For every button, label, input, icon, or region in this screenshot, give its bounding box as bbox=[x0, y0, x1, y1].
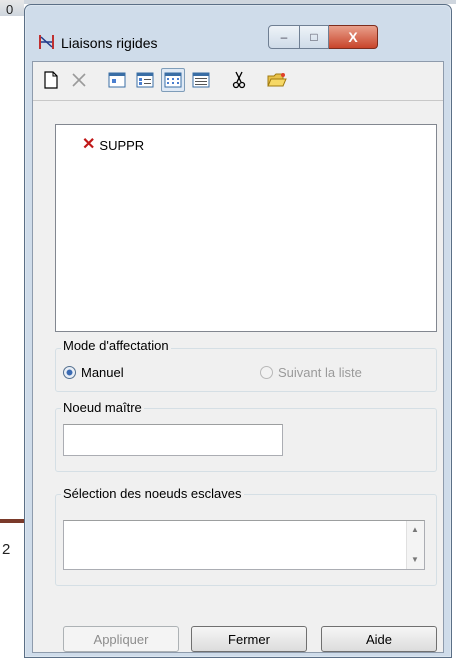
view-2-button[interactable] bbox=[133, 68, 157, 92]
title-bar[interactable]: Liaisons rigides – □ X bbox=[25, 5, 451, 61]
radio-selected-icon bbox=[63, 366, 76, 379]
mode-group-label: Mode d'affectation bbox=[61, 338, 171, 353]
toolbar bbox=[39, 66, 435, 94]
cut-icon bbox=[232, 71, 246, 89]
minimize-icon: – bbox=[280, 30, 288, 44]
background-text-2: 2 bbox=[2, 541, 11, 558]
close-button[interactable]: Fermer bbox=[191, 626, 307, 652]
master-node-field[interactable] bbox=[63, 424, 283, 456]
background-text-0: 0 bbox=[6, 2, 14, 17]
view-3-icon bbox=[164, 72, 182, 88]
toolbar-divider bbox=[33, 100, 443, 101]
maximize-icon: □ bbox=[310, 30, 318, 44]
cut-button[interactable] bbox=[227, 68, 251, 92]
background-left bbox=[0, 0, 24, 658]
background-bar bbox=[0, 519, 24, 523]
new-button[interactable] bbox=[39, 68, 63, 92]
close-button-label: Fermer bbox=[228, 631, 270, 647]
master-node-group-label: Noeud maître bbox=[61, 400, 144, 415]
tree-item-label: SUPPR bbox=[99, 137, 145, 153]
apply-button-label: Appliquer bbox=[93, 631, 149, 647]
radio-following-list[interactable]: Suivant la liste bbox=[260, 365, 362, 380]
radio-following-list-label: Suivant la liste bbox=[278, 365, 362, 380]
rigid-links-tree[interactable]: ✕ SUPPR bbox=[55, 124, 437, 332]
open-folder-icon bbox=[267, 73, 287, 87]
radio-manual-label: Manuel bbox=[81, 365, 124, 380]
close-icon: X bbox=[348, 29, 358, 45]
scroll-down-icon[interactable]: ▼ bbox=[411, 555, 419, 564]
view-4-button[interactable] bbox=[189, 68, 213, 92]
minimize-button[interactable]: – bbox=[268, 25, 300, 49]
delete-icon bbox=[72, 73, 86, 87]
new-icon bbox=[44, 71, 58, 89]
delete-button[interactable] bbox=[67, 68, 91, 92]
view-2-icon bbox=[136, 72, 154, 88]
window-title: Liaisons rigides bbox=[61, 35, 158, 51]
rigid-links-app-icon bbox=[37, 32, 57, 52]
apply-button[interactable]: Appliquer bbox=[63, 626, 179, 652]
view-4-icon bbox=[192, 72, 210, 88]
view-3-button[interactable] bbox=[161, 68, 185, 92]
tree-item-suppr[interactable]: ✕ SUPPR bbox=[82, 137, 144, 153]
dialog-window: Liaisons rigides – □ X ✕ SUPPR Mode d'af… bbox=[24, 4, 452, 658]
view-1-button[interactable] bbox=[105, 68, 129, 92]
view-1-icon bbox=[108, 72, 126, 88]
slave-nodes-scrollbar[interactable]: ▲ ▼ bbox=[406, 521, 424, 569]
scroll-up-icon[interactable]: ▲ bbox=[411, 525, 419, 534]
slave-nodes-group-label: Sélection des noeuds esclaves bbox=[61, 486, 244, 501]
slave-nodes-field[interactable]: ▲ ▼ bbox=[63, 520, 425, 570]
window-controls: – □ X bbox=[268, 25, 378, 49]
radio-unselected-icon bbox=[260, 366, 273, 379]
help-button-label: Aide bbox=[365, 631, 393, 647]
open-folder-button[interactable] bbox=[265, 68, 289, 92]
radio-manual[interactable]: Manuel bbox=[63, 365, 124, 380]
dialog-client-area: ✕ SUPPR Mode d'affectation Manuel Suivan… bbox=[32, 61, 444, 653]
maximize-button[interactable]: □ bbox=[300, 25, 329, 49]
red-x-icon: ✕ bbox=[82, 136, 96, 153]
help-button[interactable]: Aide bbox=[321, 626, 437, 652]
close-window-button[interactable]: X bbox=[329, 25, 378, 49]
